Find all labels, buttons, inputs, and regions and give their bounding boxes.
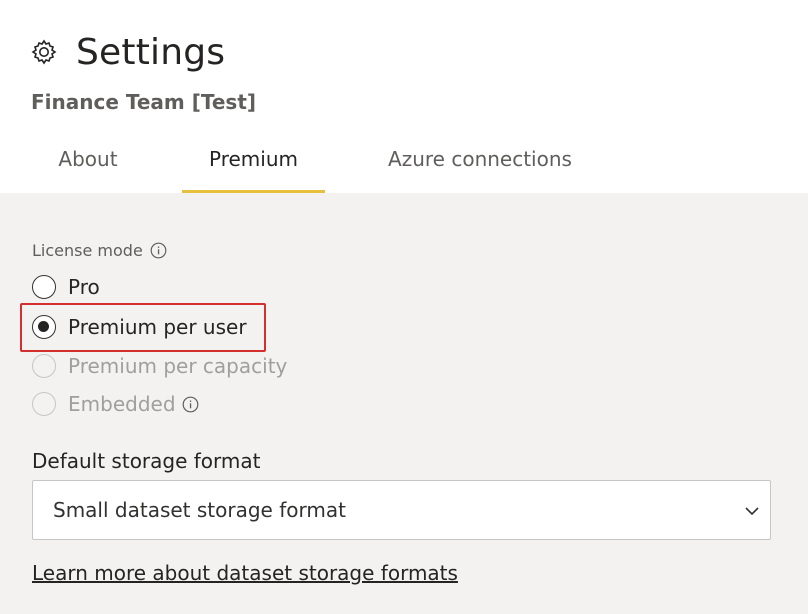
license-option-premium-per-user[interactable]: Premium per user xyxy=(32,313,247,341)
license-option-premium-per-capacity: Premium per capacity xyxy=(32,352,287,380)
tab-azure-connections[interactable]: Azure connections xyxy=(370,140,590,193)
tab-about[interactable]: About xyxy=(42,140,134,193)
info-icon[interactable] xyxy=(182,396,199,413)
tab-label: Azure connections xyxy=(388,147,572,171)
storage-format-label: Default storage format xyxy=(32,449,261,473)
license-option-embedded: Embedded xyxy=(32,390,199,418)
info-icon[interactable] xyxy=(150,242,167,259)
chevron-down-icon xyxy=(744,503,760,519)
settings-header: Settings Finance Team [Test] About Premi… xyxy=(0,0,808,193)
radio-embedded xyxy=(32,392,56,416)
radio-label: Embedded xyxy=(68,392,176,416)
workspace-name: Finance Team [Test] xyxy=(31,90,257,114)
radio-premium-per-user[interactable] xyxy=(32,315,56,339)
radio-label: Premium per capacity xyxy=(68,354,288,378)
license-option-pro[interactable]: Pro xyxy=(32,273,100,301)
radio-pro[interactable] xyxy=(32,275,56,299)
radio-premium-per-capacity xyxy=(32,354,56,378)
gear-icon xyxy=(30,38,58,66)
license-mode-text: License mode xyxy=(32,241,143,260)
title-row: Settings xyxy=(30,28,225,76)
radio-label: Pro xyxy=(68,275,100,299)
learn-more-link[interactable]: Learn more about dataset storage formats xyxy=(32,561,458,585)
page-title: Settings xyxy=(76,31,226,73)
premium-settings-panel: License mode Pro Premium per user Premiu… xyxy=(0,193,808,614)
tab-bar: About Premium Azure connections xyxy=(0,140,808,193)
tab-label: About xyxy=(58,147,118,171)
tab-label: Premium xyxy=(209,147,298,171)
storage-format-dropdown[interactable]: Small dataset storage format xyxy=(32,480,771,540)
radio-label: Premium per user xyxy=(68,315,247,339)
tab-premium[interactable]: Premium xyxy=(182,140,325,193)
license-mode-label: License mode xyxy=(32,241,167,260)
dropdown-value: Small dataset storage format xyxy=(53,498,346,522)
